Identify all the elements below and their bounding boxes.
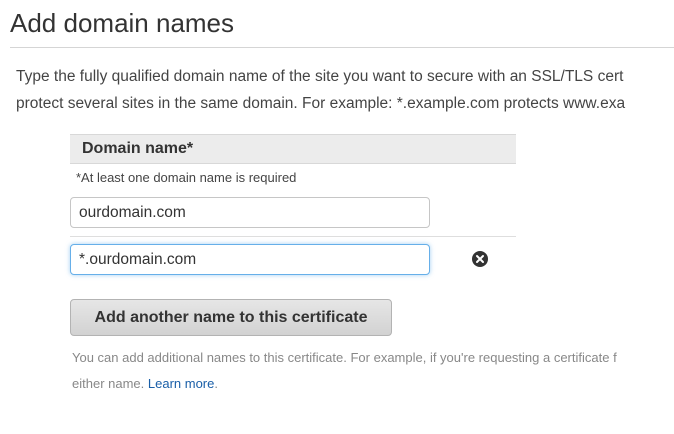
row-divider xyxy=(70,236,516,237)
learn-more-link[interactable]: Learn more xyxy=(148,376,214,391)
help-line-2-suffix: . xyxy=(214,376,218,391)
add-domain-names-page: Add domain names Type the fully qualifie… xyxy=(0,0,674,434)
help-text: You can add additional names to this cer… xyxy=(72,345,674,397)
title-divider xyxy=(10,47,674,48)
remove-domain-button[interactable] xyxy=(472,251,488,267)
page-title: Add domain names xyxy=(10,8,235,38)
help-line-1: You can add additional names to this cer… xyxy=(72,350,617,365)
domain-name-header-label: Domain name* xyxy=(82,140,194,157)
intro-line-1: Type the fully qualified domain name of … xyxy=(16,68,624,85)
help-line-2: either name. Learn more. xyxy=(72,371,674,397)
add-another-name-button[interactable]: Add another name to this certificate xyxy=(70,299,392,336)
domain-name-input-2[interactable] xyxy=(70,244,430,275)
intro-text: Type the fully qualified domain name of … xyxy=(16,63,674,117)
intro-line-2: protect several sites in the same domain… xyxy=(16,95,626,112)
required-note: *At least one domain name is required xyxy=(76,170,297,185)
help-line-2-prefix: either name. xyxy=(72,376,148,391)
circle-x-icon xyxy=(472,251,488,267)
domain-name-column-header: Domain name* xyxy=(70,134,516,164)
domain-name-input-1[interactable] xyxy=(70,197,430,228)
